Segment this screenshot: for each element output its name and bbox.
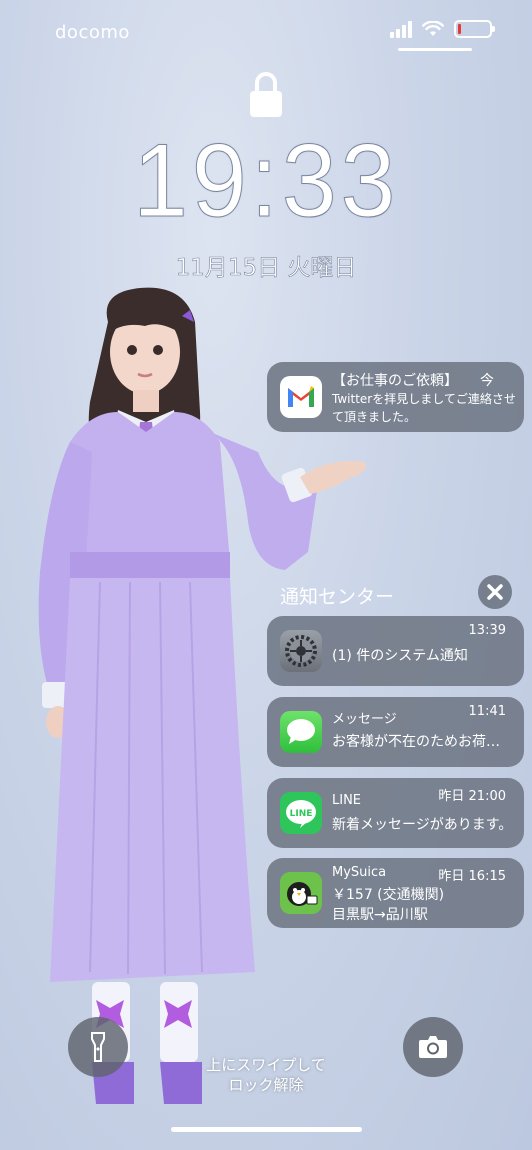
notification-body-line2: て頂きました。 [332,410,417,424]
carrier-name: docomo [55,22,130,43]
suica-penguin-icon [280,872,322,914]
control-center-indicator[interactable] [398,48,472,51]
clock-digits: 19:33 [132,123,400,240]
notification-title: 【お仕事のご依頼】 [332,373,458,389]
notification-time: 11:41 [468,704,506,719]
swipe-hint-line1: 上にスワイプして [206,1056,326,1074]
notification-messages[interactable]: メッセージ 11:41 お客様が不在のためお荷物を持ち帰りました [267,697,524,767]
lock-icon [250,72,282,117]
messages-icon [280,711,322,753]
notification-time: 今 [480,373,494,389]
svg-text:LINE: LINE [290,809,313,819]
notification-time: 13:39 [468,623,506,638]
wifi-icon [422,21,444,36]
swipe-to-unlock-hint: 上にスワイプして ロック解除 [0,1055,532,1095]
notification-body: (1) 件のシステム通知 [332,648,468,664]
notification-time: 昨日 16:15 [438,869,506,884]
notification-title: MySuica [332,865,387,880]
notification-line[interactable]: LINE LINE 昨日 21:00 新着メッセージがあります。 [267,778,524,848]
notification-body-line1: ￥157 (交通機関) [332,887,445,903]
line-icon: LINE [280,792,322,834]
notification-body: 新着メッセージがあります。 [332,817,513,833]
notification-body-line1: Twitterを拝見しましてご連絡させ [332,392,516,406]
swipe-hint-line2: ロック解除 [228,1076,304,1094]
status-icons [390,20,495,38]
lock-date: 11月15日 火曜日 [175,255,357,282]
clock-time: 19:33 [0,122,532,241]
notification-system[interactable]: 13:39 (1) 件のシステム通知 [267,616,524,686]
battery-level [458,24,461,34]
notification-mysuica[interactable]: MySuica 昨日 16:15 ￥157 (交通機関) 目黒駅→品川駅 [267,858,524,928]
gmail-icon [280,376,322,418]
home-indicator[interactable] [171,1127,362,1132]
notification-gmail[interactable]: 【お仕事のご依頼】 今 Twitterを拝見しましてご連絡させ て頂きました。 [267,362,524,432]
notification-body: お客様が不在のためお荷物を持ち帰りました [332,734,507,750]
notification-center-header: 通知センター [280,586,395,608]
notification-title: メッセージ [332,712,397,727]
signal-bars-icon [390,20,412,38]
settings-gear-icon [280,630,322,672]
battery-icon [454,20,495,38]
notification-body-line2: 目黒駅→品川駅 [332,907,428,923]
close-icon[interactable] [478,575,512,609]
notification-title: LINE [332,793,362,808]
notification-time: 昨日 21:00 [438,789,506,804]
